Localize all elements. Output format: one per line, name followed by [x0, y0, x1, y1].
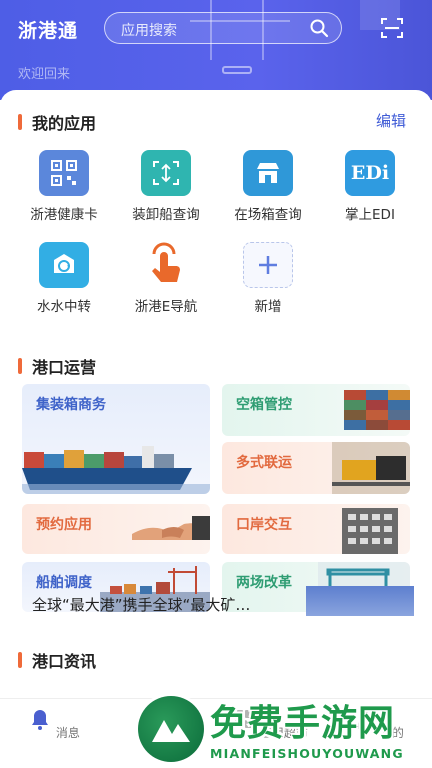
my-apps-heading: 我的应用	[18, 110, 96, 134]
container-stack-image	[344, 390, 410, 430]
nav-messages[interactable]: 消息	[14, 707, 94, 741]
tile-label: 预约应用	[36, 517, 92, 533]
welcome-text: 欢迎回来	[18, 67, 71, 82]
app-label: 浙港E导航	[134, 299, 198, 315]
app-water-transfer[interactable]: 水水中转	[14, 242, 114, 315]
app-label: 浙港健康卡	[30, 207, 98, 223]
news-heading: 港口资讯	[18, 648, 96, 672]
app-label: 在场箱查询	[234, 207, 302, 223]
top-header: 浙港通 应用搜索 欢迎回来	[0, 0, 432, 100]
tile-label: 船舶调度	[36, 575, 92, 591]
tile-label: 多式联运	[236, 455, 292, 471]
tile-appointment[interactable]: 预约应用	[22, 504, 210, 554]
my-apps-title: 我的应用	[32, 114, 97, 133]
transfer-icon	[39, 242, 89, 288]
edit-button[interactable]: 编辑	[376, 110, 406, 131]
tile-label: 口岸交互	[236, 517, 292, 533]
tile-label: 两场改革	[236, 575, 292, 591]
news-thumbnail[interactable]	[306, 586, 414, 616]
bell-icon	[32, 710, 49, 730]
qr-code-icon	[39, 150, 89, 196]
app-port-navigation[interactable]: 浙港E导航	[116, 242, 216, 315]
tile-multimodal-transport[interactable]: 多式联运	[222, 442, 410, 494]
add-app-button[interactable]: 新增	[218, 242, 318, 315]
port-ops-heading: 港口运营	[18, 354, 96, 378]
app-title: 浙港通	[18, 20, 79, 42]
search-icon[interactable]	[309, 18, 329, 38]
section-marker	[18, 114, 22, 130]
app-label: 装卸船查询	[132, 207, 200, 223]
section-marker	[18, 652, 22, 668]
search-bar[interactable]: 应用搜索	[104, 12, 342, 44]
scan-ship-icon	[141, 150, 191, 196]
nav-label: 消息	[55, 726, 80, 740]
watermark-subtext: MIANFEISHOUYOUWANG	[210, 746, 404, 761]
app-label: 新增	[254, 299, 282, 315]
watermark-logo	[138, 696, 204, 762]
container-ship-image	[22, 446, 210, 494]
app-health-card[interactable]: 浙港健康卡	[14, 150, 114, 223]
crane-hook-decoration	[222, 66, 252, 74]
app-mobile-edi[interactable]: EDi 掌上EDI	[320, 150, 420, 223]
store-icon	[243, 150, 293, 196]
plus-icon	[243, 242, 293, 288]
building-image	[342, 508, 398, 554]
handshake-image	[132, 516, 210, 540]
port-ops-title: 港口运营	[32, 358, 97, 377]
tile-label: 空箱管控	[236, 397, 292, 413]
edi-icon: EDi	[345, 150, 395, 196]
train-image	[332, 442, 410, 494]
watermark-text: 免费手游网	[210, 703, 396, 744]
app-ship-loading-query[interactable]: 装卸船查询	[116, 150, 216, 223]
tile-empty-container-control[interactable]: 空箱管控	[222, 384, 410, 436]
news-headline[interactable]: 全球“最大港”携手全球“最大矿…	[32, 594, 290, 615]
tile-container-business[interactable]: 集装箱商务	[22, 384, 210, 494]
app-label: 水水中转	[37, 299, 91, 315]
touch-hand-icon	[141, 242, 191, 288]
app-yard-container-query[interactable]: 在场箱查询	[218, 150, 318, 223]
tile-port-interaction[interactable]: 口岸交互	[222, 504, 410, 554]
search-placeholder: 应用搜索	[121, 23, 177, 39]
section-marker	[18, 358, 22, 374]
news-title: 港口资讯	[32, 652, 97, 671]
app-label: 掌上EDI	[345, 207, 395, 223]
tile-label: 集装箱商务	[36, 397, 106, 413]
scan-icon[interactable]	[380, 16, 404, 40]
